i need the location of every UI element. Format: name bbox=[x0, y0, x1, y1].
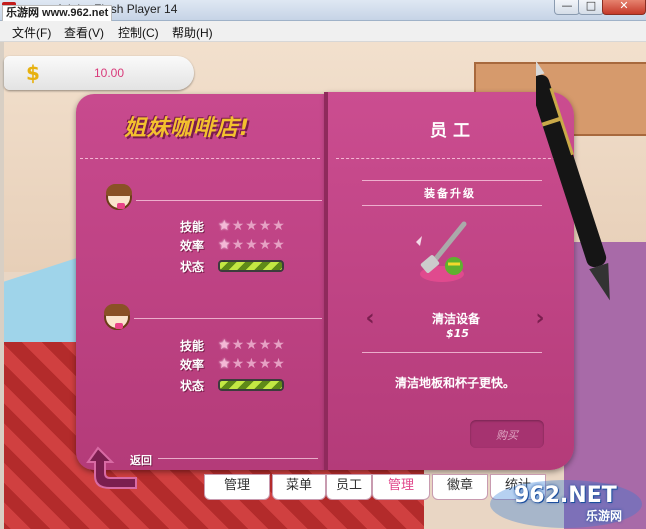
skill-stars-1: ★★★★★ bbox=[218, 219, 286, 233]
skill-label-1: 技能 bbox=[180, 220, 205, 234]
efficiency-label-2: 效率 bbox=[180, 358, 205, 372]
money-value: 10.00 bbox=[94, 66, 125, 80]
star-empty-icon: ★ bbox=[231, 237, 245, 253]
back-label[interactable]: 返回 bbox=[130, 452, 152, 468]
star-empty-icon: ★ bbox=[272, 356, 285, 372]
minimize-button[interactable]: — bbox=[554, 0, 580, 15]
item-price: $15 bbox=[446, 327, 469, 340]
menu-control[interactable]: 控制(C) bbox=[118, 24, 159, 41]
star-empty-icon: ★ bbox=[245, 356, 258, 372]
back-divider bbox=[158, 458, 318, 459]
star-empty-icon: ★ bbox=[245, 337, 258, 353]
staff-avatar-1[interactable] bbox=[106, 184, 132, 210]
right-header-divider bbox=[336, 158, 566, 159]
upgrade-title: 装备升级 bbox=[424, 187, 476, 200]
mop-icon bbox=[416, 221, 467, 282]
star-filled-icon: ★ bbox=[218, 337, 231, 353]
star-filled-icon: ★ bbox=[218, 237, 231, 253]
upgrade-line-top bbox=[362, 180, 542, 181]
skill-label-2: 技能 bbox=[180, 339, 205, 353]
bow-icon bbox=[115, 323, 123, 329]
book-spine bbox=[324, 92, 328, 470]
header-divider bbox=[80, 158, 320, 159]
status-label-1: 状态 bbox=[180, 260, 205, 274]
menu-bar: 文件(F) 查看(V) 控制(C) 帮助(H) bbox=[0, 21, 646, 42]
hair-icon bbox=[106, 184, 132, 196]
tab-badges[interactable]: 徽章 bbox=[432, 474, 488, 500]
maximize-button[interactable]: □ bbox=[578, 0, 604, 15]
staff-divider-2 bbox=[134, 318, 322, 319]
efficiency-stars-2: ★★★★★ bbox=[218, 357, 286, 371]
tab-manage[interactable]: 管理 bbox=[204, 474, 270, 500]
star-empty-icon: ★ bbox=[258, 218, 272, 234]
status-bar-1 bbox=[218, 260, 284, 272]
efficiency-label-1: 效率 bbox=[180, 239, 205, 253]
skill-stars-2: ★★★★★ bbox=[218, 338, 286, 352]
site-watermark-badge: 乐游网 www.962.net bbox=[2, 5, 113, 22]
buy-button[interactable]: 购买 bbox=[470, 420, 544, 448]
money-display: $ 10.00 bbox=[4, 56, 194, 90]
staff-page-title: 员工 bbox=[430, 121, 476, 141]
pen-icon bbox=[536, 61, 610, 301]
hair-icon bbox=[104, 304, 130, 316]
staff-divider-1 bbox=[136, 200, 322, 201]
star-empty-icon: ★ bbox=[231, 218, 245, 234]
star-empty-icon: ★ bbox=[258, 237, 272, 253]
star-empty-icon: ★ bbox=[258, 337, 272, 353]
status-label-2: 状态 bbox=[180, 379, 205, 393]
staff-avatar-2[interactable] bbox=[104, 304, 130, 330]
watermark-sub: 乐游网 bbox=[586, 509, 623, 523]
menu-file[interactable]: 文件(F) bbox=[12, 24, 51, 41]
star-empty-icon: ★ bbox=[272, 237, 285, 253]
minimize-icon: — bbox=[561, 0, 573, 12]
star-empty-icon: ★ bbox=[258, 356, 272, 372]
close-button[interactable]: ✕ bbox=[602, 0, 646, 15]
menu-help[interactable]: 帮助(H) bbox=[172, 24, 213, 41]
window-titlebar: Adobe Flash Player 14 乐游网 www.962.net — … bbox=[0, 0, 646, 22]
dollar-coin-icon: $ bbox=[26, 61, 40, 85]
bow-icon bbox=[117, 203, 125, 209]
star-filled-icon: ★ bbox=[218, 356, 231, 372]
watermark-main: 962.NET bbox=[514, 483, 617, 508]
star-empty-icon: ★ bbox=[245, 218, 258, 234]
book-left-page bbox=[76, 94, 326, 470]
close-icon: ✕ bbox=[619, 0, 629, 12]
star-empty-icon: ★ bbox=[272, 218, 285, 234]
upgrade-line-bottom bbox=[362, 205, 542, 206]
star-empty-icon: ★ bbox=[231, 356, 245, 372]
tab-staff[interactable]: 员工 bbox=[326, 474, 372, 500]
tab-manage-active[interactable]: 管理 bbox=[372, 474, 430, 500]
efficiency-stars-1: ★★★★★ bbox=[218, 238, 286, 252]
star-empty-icon: ★ bbox=[245, 237, 258, 253]
star-empty-icon: ★ bbox=[272, 337, 285, 353]
item-divider bbox=[362, 352, 542, 353]
maximize-icon: □ bbox=[585, 0, 597, 12]
star-filled-icon: ★ bbox=[218, 218, 231, 234]
status-bar-2 bbox=[218, 379, 284, 391]
prev-item-arrow-icon[interactable]: ‹ bbox=[360, 306, 380, 332]
menu-view[interactable]: 查看(V) bbox=[64, 24, 104, 41]
star-empty-icon: ★ bbox=[231, 337, 245, 353]
item-name: 清洁设备 bbox=[432, 312, 481, 326]
buy-label: 购买 bbox=[496, 429, 518, 442]
game-logo: 姐妹咖啡店! bbox=[124, 116, 251, 141]
item-description: 清洁地板和杯子更快。 bbox=[395, 376, 516, 390]
tab-menu[interactable]: 菜单 bbox=[272, 474, 326, 500]
